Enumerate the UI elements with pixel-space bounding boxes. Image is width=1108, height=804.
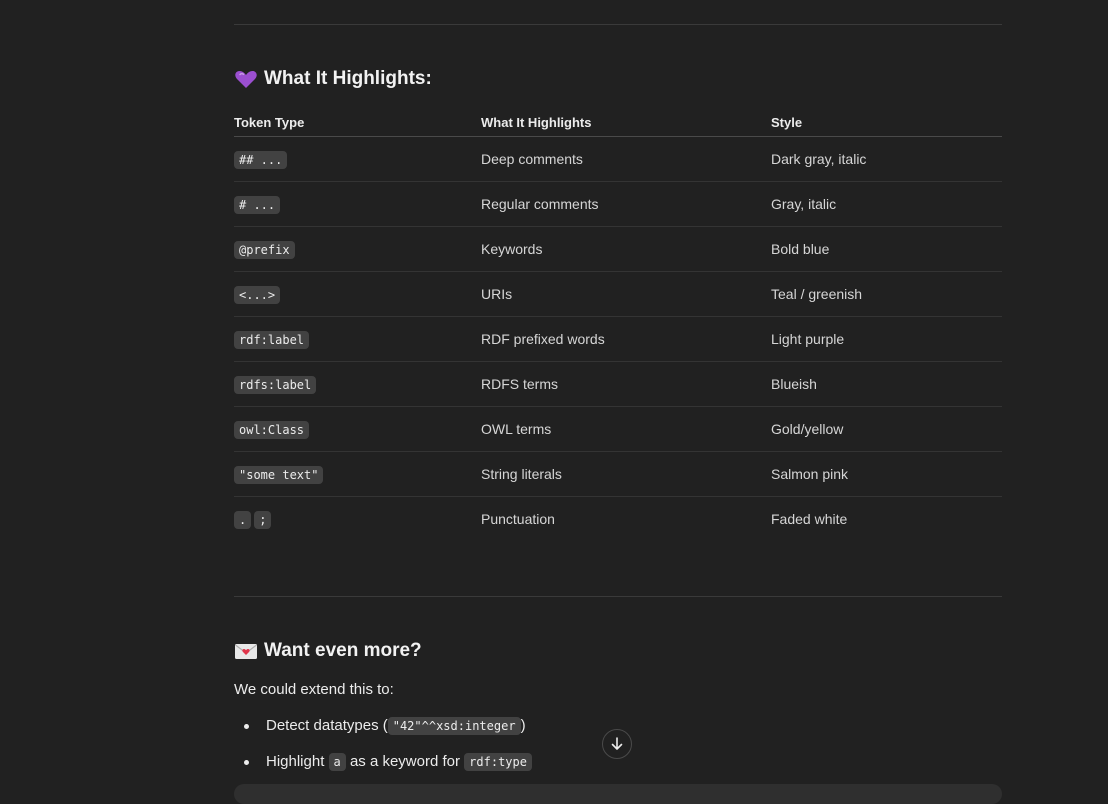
token-code: # ...: [234, 196, 281, 214]
love-letter-icon: [234, 640, 258, 662]
token-code: <...>: [234, 286, 281, 304]
highlights-cell: OWL terms: [481, 406, 771, 452]
table-row: rdf:label RDF prefixed words Light purpl…: [234, 316, 1002, 362]
section-title: What It Highlights:: [264, 68, 432, 89]
highlights-cell: URIs: [481, 271, 771, 317]
style-cell: Teal / greenish: [771, 271, 1002, 317]
token-cell: "some text": [234, 451, 481, 497]
highlights-cell: RDF prefixed words: [481, 316, 771, 362]
style-cell: Light purple: [771, 316, 1002, 362]
table-row: ## ... Deep comments Dark gray, italic: [234, 136, 1002, 182]
table-row: "some text" String literals Salmon pink: [234, 451, 1002, 497]
list-item-text: ): [520, 717, 526, 734]
style-cell: Faded white: [771, 511, 848, 527]
style-cell: Gray, italic: [771, 181, 1002, 227]
highlights-cell: RDFS terms: [481, 361, 771, 407]
table-row: rdfs:label RDFS terms Blueish: [234, 361, 1002, 407]
section-title: Want even more?: [264, 640, 422, 661]
token-code: "some text": [234, 466, 324, 484]
token-cell: # ...: [234, 181, 481, 227]
token-code: .: [234, 511, 252, 529]
token-code: @prefix: [234, 241, 295, 259]
token-code: rdfs:label: [234, 376, 317, 394]
token-code: owl:Class: [234, 421, 310, 439]
top-divider: [234, 24, 1002, 25]
highlights-cell: String literals: [481, 451, 771, 497]
token-code: ## ...: [234, 151, 288, 169]
extension-list: Detect datatypes ("42"^^xsd:integer) Hig…: [234, 712, 535, 784]
inline-code: rdf:type: [464, 753, 532, 771]
list-item-text: as a keyword for: [345, 753, 465, 770]
token-cell: rdf:label: [234, 316, 481, 362]
style-cell: Bold blue: [771, 226, 1002, 272]
token-code: ;: [254, 511, 272, 529]
token-cell: <...>: [234, 271, 481, 317]
section-heading-highlights: What It Highlights:: [234, 68, 432, 90]
list-item-text: Highlight: [266, 753, 329, 770]
highlights-cell: Regular comments: [481, 181, 771, 227]
token-table: Token Type What It Highlights Style ## .…: [234, 108, 1002, 541]
token-cell: ## ...: [234, 136, 481, 182]
style-cell: Gold/yellow: [771, 406, 1002, 452]
style-cell: Blueish: [771, 361, 1002, 407]
message-composer[interactable]: [234, 784, 1002, 804]
section-divider: [234, 596, 1002, 597]
token-cell: rdfs:label: [234, 361, 481, 407]
column-header-style: Style: [771, 108, 1002, 137]
column-header-what-it-highlights: What It Highlights: [481, 108, 771, 137]
token-cell: .;: [234, 497, 481, 542]
inline-code: "42"^^xsd:integer: [387, 717, 521, 735]
token-cell: owl:Class: [234, 406, 481, 452]
arrow-down-icon: [611, 737, 623, 750]
table-row: <...> URIs Teal / greenish: [234, 271, 1002, 317]
token-code: rdf:label: [234, 331, 310, 349]
table-row: @prefix Keywords Bold blue: [234, 226, 1002, 272]
inline-code: a: [328, 753, 346, 771]
table-row: .; Punctuation Faded white: [234, 497, 1002, 542]
intro-text: We could extend this to:: [234, 681, 394, 698]
column-header-token-type: Token Type: [234, 108, 481, 137]
purple-heart-icon: [234, 68, 258, 90]
table-row: # ... Regular comments Gray, italic: [234, 181, 1002, 227]
scroll-to-bottom-button[interactable]: [602, 729, 632, 759]
token-cell: @prefix: [234, 226, 481, 272]
highlights-cell: Punctuation: [481, 511, 555, 527]
highlights-cell: Keywords: [481, 226, 771, 272]
list-item: Highlight a as a keyword for rdf:type: [244, 748, 535, 784]
highlights-cell: Deep comments: [481, 136, 771, 182]
section-heading-want-more: Want even more?: [234, 640, 422, 662]
style-cell: Salmon pink: [771, 451, 1002, 497]
list-item-text: Detect datatypes (: [266, 717, 388, 734]
list-item: Detect datatypes ("42"^^xsd:integer): [244, 712, 535, 748]
table-header-row: Token Type What It Highlights Style: [234, 108, 1002, 137]
style-cell: Dark gray, italic: [771, 136, 1002, 182]
table-row: owl:Class OWL terms Gold/yellow: [234, 406, 1002, 452]
